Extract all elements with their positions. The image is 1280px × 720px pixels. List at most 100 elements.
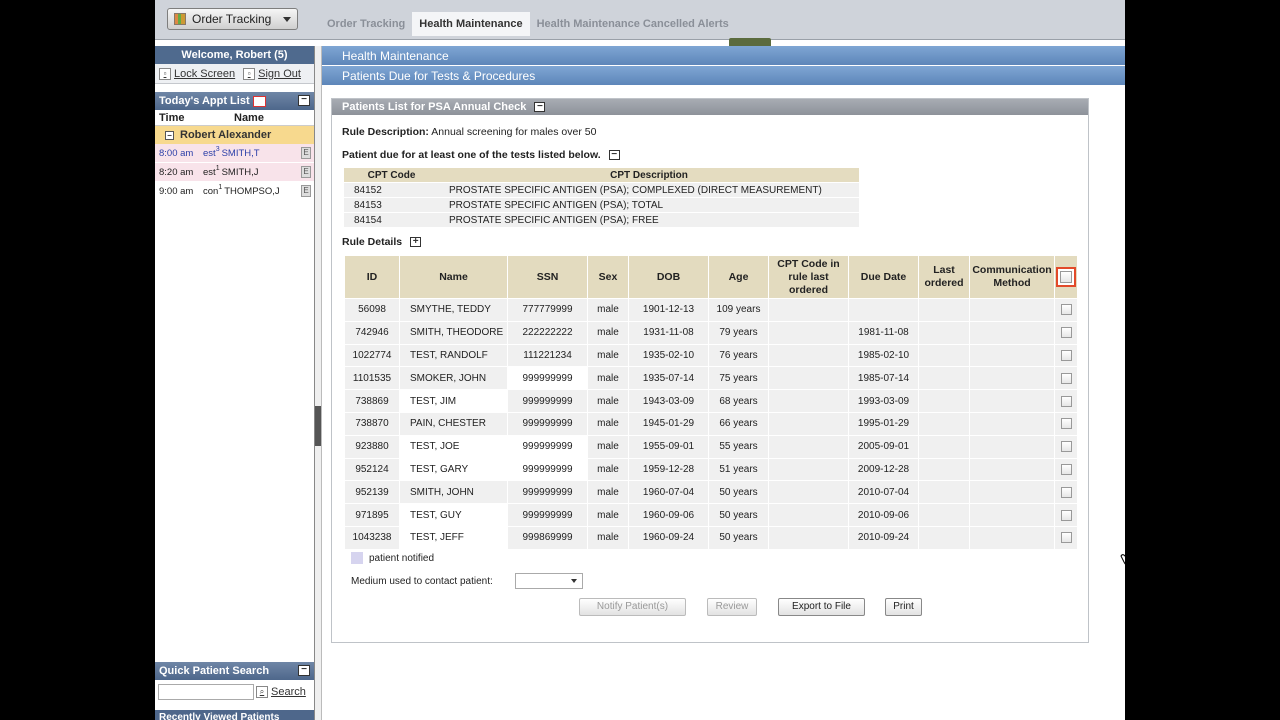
row-checkbox[interactable] [1060,395,1072,407]
export-to-file-button[interactable]: Export to File [778,598,865,616]
collapse-icon[interactable]: − [298,95,310,106]
table-row[interactable]: 738869 TEST, JIM 999999999 male 1943-03-09 68… [345,390,1077,412]
page-title: Health Maintenance [322,46,1125,66]
row-checkbox[interactable] [1060,327,1072,339]
table-row[interactable]: 952124 TEST, GARY 999999999 male 1959-12-28 5… [345,458,1077,481]
row-checkbox[interactable] [1060,486,1072,498]
calendar-icon[interactable] [252,95,266,107]
patient-sex: male [588,367,628,390]
patient-ssn: 222222222 [508,321,587,344]
row-checkbox[interactable] [1060,372,1072,384]
sidebar-splitter[interactable] [315,46,322,720]
patient-cpt [769,481,848,504]
collapse-icon[interactable]: − [298,665,310,676]
search-link[interactable]: ⌕ Search [256,686,306,698]
hand-cursor-icon [1120,554,1125,565]
table-row[interactable]: 738870 PAIN, CHESTER 999999999 male 1945-01-… [345,412,1077,435]
order-tracking-dropdown[interactable]: Order Tracking [167,8,298,30]
col-age[interactable]: Age [709,256,768,298]
select-all-cell [1055,256,1077,298]
encounter-icon[interactable]: E [301,147,311,159]
table-row[interactable]: 971895 TEST, GUY 999999999 male 1960-09-06 50… [345,504,1077,526]
appt-item[interactable]: 9:00 am con 1 THOMPSO,J E [155,182,314,201]
patient-cpt [769,435,848,458]
appt-item[interactable]: 8:20 am est 1 SMITH,J E [155,163,314,182]
patient-sex: male [588,435,628,458]
tab-health-maintenance[interactable]: Health Maintenance [412,12,530,36]
col-cpt-last-ordered[interactable]: CPT Code in rule last ordered [769,256,848,298]
col-name: Name [234,111,264,124]
tab-order-tracking[interactable]: Order Tracking [320,12,412,36]
patient-name: SMITH, JOHN [400,481,507,504]
col-name[interactable]: Name [400,256,507,298]
col-due-date[interactable]: Due Date [849,256,918,298]
patient-cpt [769,504,848,526]
patient-dob: 1943-03-09 [629,390,708,412]
provider-group[interactable]: − Robert Alexander [155,126,314,144]
col-dob[interactable]: DOB [629,256,708,298]
expand-icon[interactable]: + [410,237,422,247]
row-checkbox[interactable] [1060,304,1072,316]
sign-out-link[interactable]: ▫ Sign Out [243,67,301,80]
patient-id: 1022774 [345,344,399,367]
patient-cpt [769,344,848,367]
patient-comm-method [970,390,1054,412]
top-toolbar: Order Tracking Order Tracking Health Mai… [155,0,1125,46]
table-row[interactable]: 742946 SMITH, THEODORE 222222222 male 1931-1… [345,321,1077,344]
print-button[interactable]: Print [885,598,922,616]
col-communication-method[interactable]: Communication Method [970,256,1054,298]
collapse-icon[interactable]: − [608,150,620,160]
collapse-grip[interactable] [729,38,771,46]
patient-sex: male [588,504,628,526]
row-checkbox[interactable] [1060,441,1072,453]
appt-item[interactable]: 8:00 am est 3 SMITH,T E [155,144,314,163]
medium-select[interactable] [514,573,583,589]
encounter-icon[interactable]: E [301,185,311,197]
patient-id: 56098 [345,299,399,321]
patient-sex: male [588,299,628,321]
patient-ssn: 999999999 [508,458,587,481]
table-row[interactable]: 1101535 SMOKER, JOHN 999999999 male 1935-07-… [345,367,1077,390]
patient-dob: 1935-07-14 [629,367,708,390]
row-select-cell [1055,435,1077,458]
table-row[interactable]: 952139 SMITH, JOHN 999999999 male 1960-07-04… [345,481,1077,504]
col-sex[interactable]: Sex [588,256,628,298]
appt-type: est [203,147,216,159]
col-ssn[interactable]: SSN [508,256,587,298]
encounter-icon[interactable]: E [301,166,311,178]
row-checkbox[interactable] [1060,532,1072,544]
lock-screen-link[interactable]: ▫ Lock Screen [159,67,235,80]
appt-type: est [203,166,216,178]
patient-sex: male [588,390,628,412]
search-input[interactable] [158,684,254,700]
patient-cpt [769,390,848,412]
table-row[interactable]: 56098 SMYTHE, TEDDY 777779999 male 1901-12-1… [345,299,1077,321]
patient-dob: 1935-02-10 [629,344,708,367]
patient-age: 75 years [709,367,768,390]
splitter-handle[interactable] [315,406,321,446]
review-button[interactable]: Review [707,598,757,616]
table-row[interactable]: 1043238 TEST, JEFF 999869999 male 1960-09-24… [345,526,1077,549]
row-checkbox[interactable] [1060,349,1072,361]
row-select-cell [1055,458,1077,481]
row-checkbox[interactable] [1060,463,1072,475]
row-checkbox[interactable] [1060,418,1072,430]
chart-icon [174,13,186,25]
select-all-checkbox[interactable] [1056,267,1076,287]
collapse-icon[interactable]: − [165,130,174,140]
table-row[interactable]: 1022774 TEST, RANDOLF 111221234 male 1935-02… [345,344,1077,367]
patients-header-row: ID Name SSN Sex DOB Age CPT Code in rule… [345,256,1077,298]
chevron-down-icon [283,17,291,22]
patient-age: 109 years [709,299,768,321]
recent-patients-header[interactable]: Recently Viewed Patients [155,710,314,720]
tab-cancelled-alerts[interactable]: Health Maintenance Cancelled Alerts [530,12,736,36]
patient-cpt [769,367,848,390]
notify-patients-button[interactable]: Notify Patient(s) [579,598,686,616]
col-id[interactable]: ID [345,256,399,298]
col-last-ordered[interactable]: Last ordered [919,256,969,298]
table-row[interactable]: 923880 TEST, JOE 999999999 male 1955-09-01 55… [345,435,1077,458]
patient-id: 923880 [345,435,399,458]
collapse-icon[interactable]: − [534,102,546,112]
row-checkbox[interactable] [1060,509,1072,521]
row-select-cell [1055,526,1077,549]
